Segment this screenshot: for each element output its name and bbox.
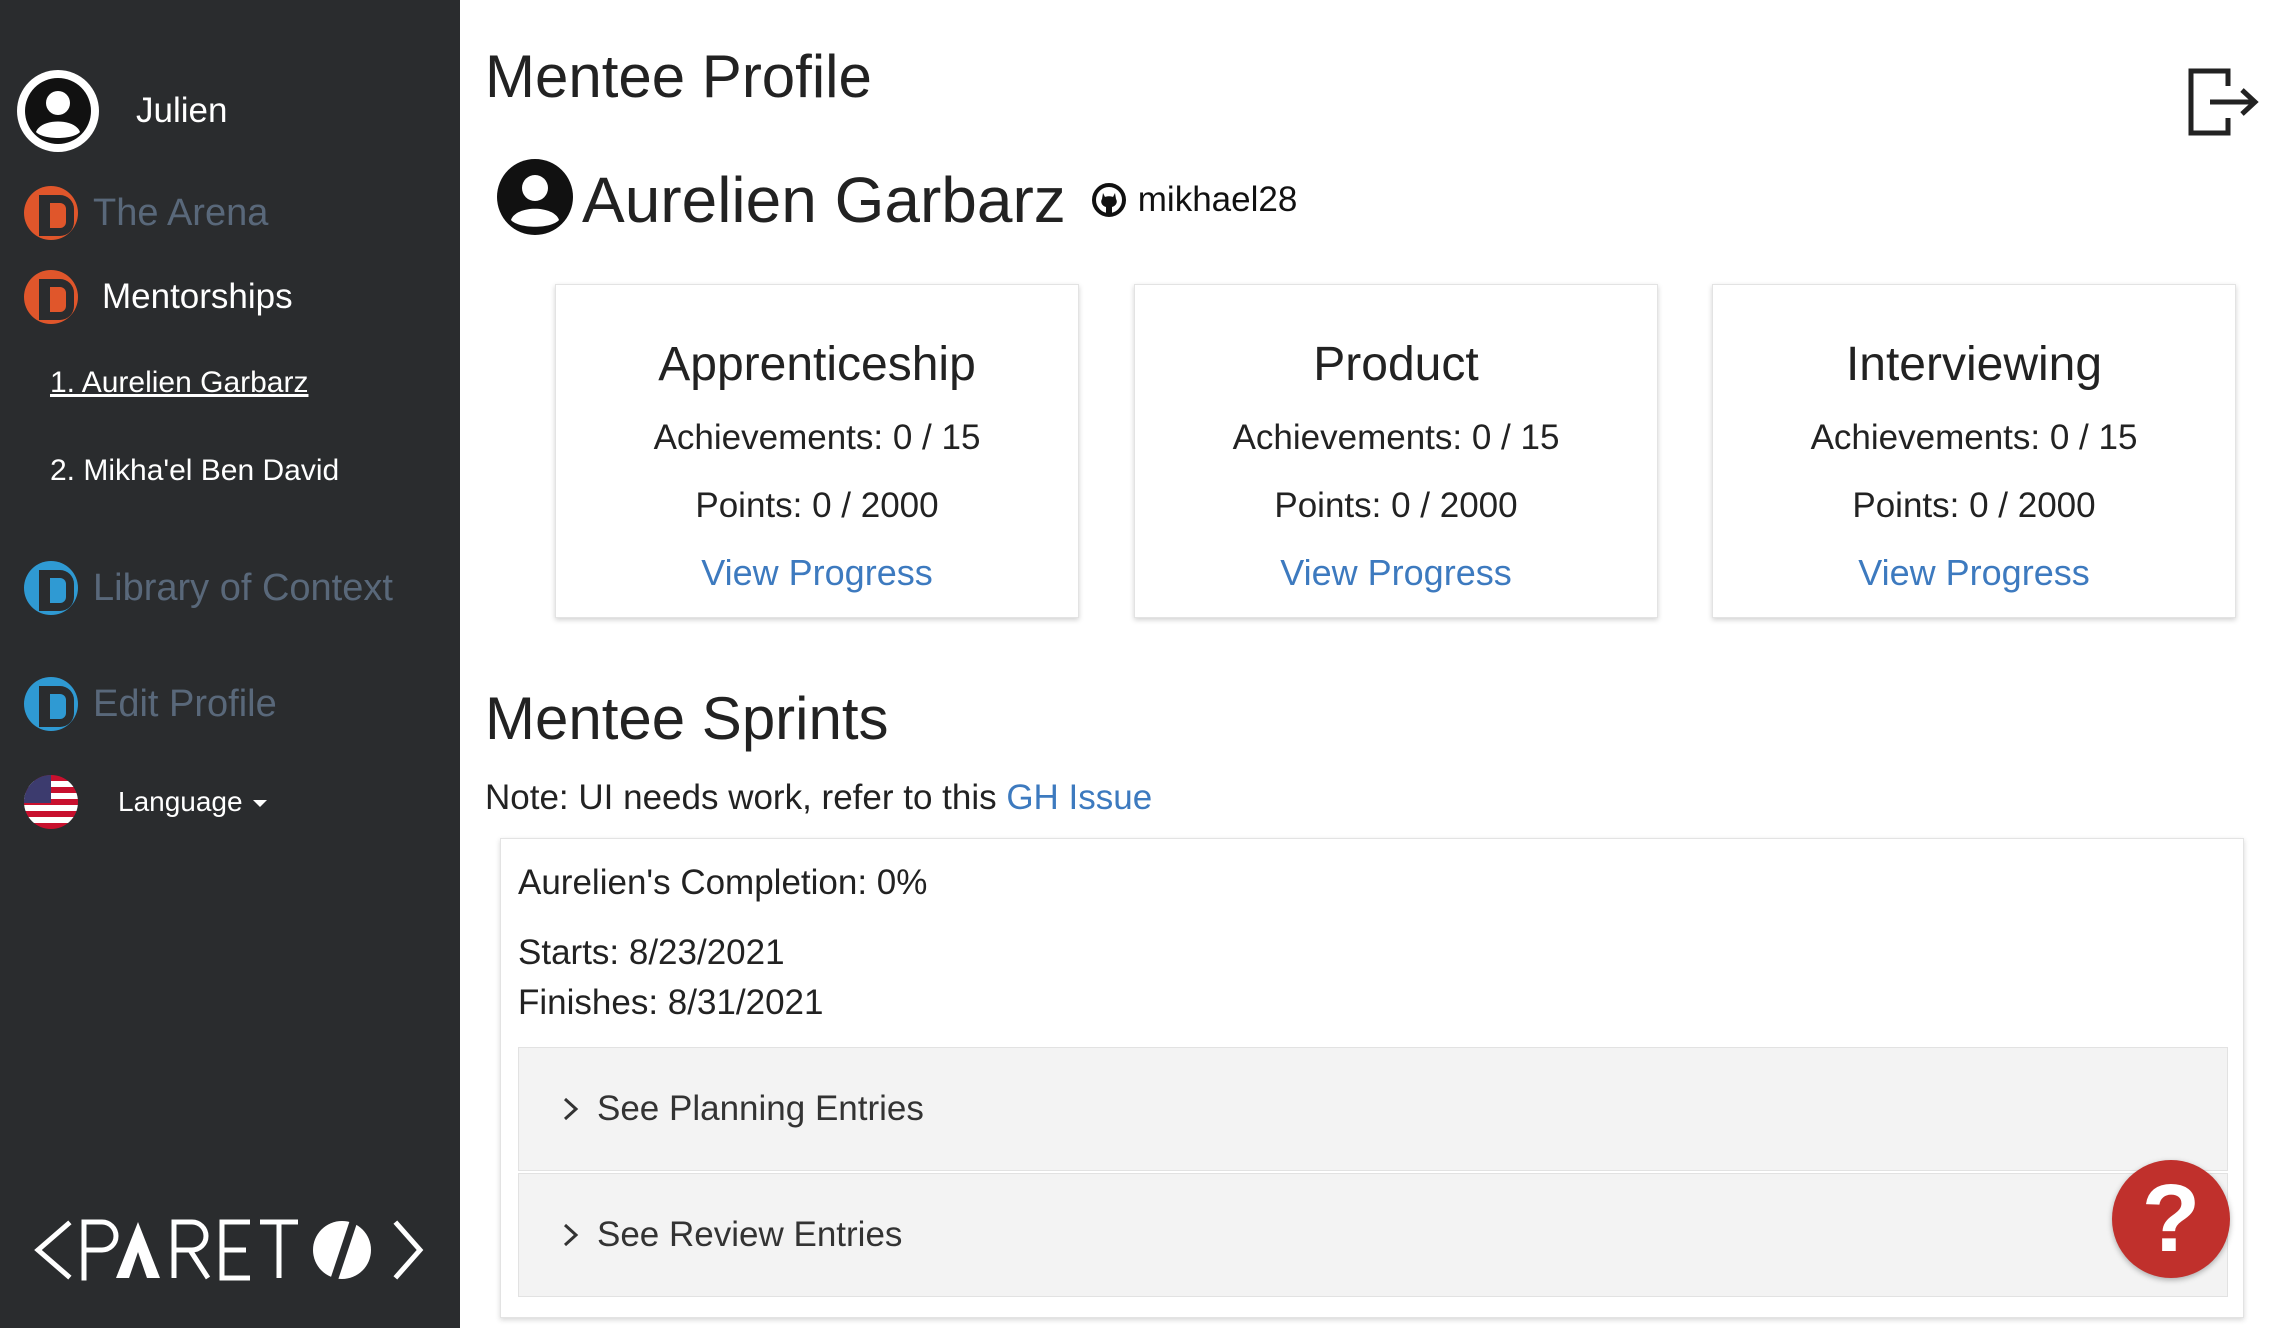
pareto-blue-icon	[24, 677, 78, 731]
note: Note: UI needs work, refer to this GH Is…	[485, 778, 1152, 818]
card-achievements: Achievements: 0 / 15	[653, 418, 981, 457]
gh-issue-link[interactable]: GH Issue	[1006, 778, 1152, 817]
user-avatar-icon	[17, 70, 99, 152]
card-title: Interviewing	[1845, 338, 2103, 391]
github-icon[interactable]	[1091, 182, 1126, 217]
card-points: Points: 0 / 2000	[1852, 486, 2096, 525]
track-card-product: Product Achievements: 0 / 15 Points: 0 /…	[1134, 284, 1658, 618]
help-button[interactable]: ?	[2112, 1160, 2230, 1278]
sidebar-mentee-link-2[interactable]: 2. Mikha'el Ben David	[50, 454, 339, 488]
chevron-right-icon	[563, 1097, 579, 1121]
sprints-title: Mentee Sprints	[485, 685, 889, 752]
profile-header: Aurelien Garbarz mikhael28	[496, 158, 1297, 241]
user-avatar-icon	[496, 158, 574, 241]
note-text: Note: UI needs work, refer to this	[485, 778, 1007, 817]
view-progress-link[interactable]: View Progress	[1858, 552, 2089, 594]
sprint-starts: Starts: 8/23/2021	[518, 933, 785, 972]
card-achievements: Achievements: 0 / 15	[1810, 418, 2138, 457]
sidebar-user-name: Julien	[136, 91, 228, 130]
sidebar-item-label: Edit Profile	[93, 682, 277, 725]
sprint-card: Aurelien's Completion: 0% Starts: 8/23/2…	[500, 838, 2244, 1318]
sidebar-item-the-arena[interactable]: The Arena	[24, 186, 268, 240]
question-icon: ?	[2141, 1165, 2201, 1272]
sidebar-item-label: Mentorships	[102, 277, 293, 316]
sidebar-item-mentorships[interactable]: Mentorships	[24, 270, 293, 324]
card-points: Points: 0 / 2000	[1274, 486, 1518, 525]
sidebar: Julien The Arena Mentorships 1. Aurelien…	[0, 0, 460, 1328]
sprint-finishes: Finishes: 8/31/2021	[518, 983, 824, 1022]
pareto-logo	[34, 1219, 424, 1281]
pareto-orange-icon	[24, 186, 78, 240]
sidebar-item-label: Library of Context	[93, 566, 393, 609]
caret-down-icon	[252, 800, 267, 807]
page-title: Mentee Profile	[485, 43, 872, 110]
card-title: Apprenticeship	[658, 338, 976, 391]
profile-name: Aurelien Garbarz	[582, 163, 1066, 236]
pareto-blue-icon	[24, 561, 78, 615]
track-card-interviewing: Interviewing Achievements: 0 / 15 Points…	[1712, 284, 2236, 618]
pareto-orange-icon	[24, 270, 78, 324]
chevron-right-icon	[563, 1223, 579, 1247]
view-progress-link[interactable]: View Progress	[1280, 552, 1511, 594]
logout-icon[interactable]	[2188, 68, 2260, 136]
language-dropdown[interactable]: Language	[24, 775, 267, 829]
sidebar-user[interactable]: Julien	[17, 70, 227, 152]
track-card-apprenticeship: Apprenticeship Achievements: 0 / 15 Poin…	[555, 284, 1079, 618]
sidebar-mentee-link-1[interactable]: 1. Aurelien Garbarz	[50, 366, 308, 400]
review-entries-accordion[interactable]: See Review Entries	[518, 1173, 2228, 1297]
sidebar-item-library-of-context[interactable]: Library of Context	[24, 561, 393, 615]
view-progress-link[interactable]: View Progress	[701, 552, 932, 594]
sidebar-item-edit-profile[interactable]: Edit Profile	[24, 677, 277, 731]
accordion-label: See Planning Entries	[597, 1089, 924, 1128]
accordion-label: See Review Entries	[597, 1215, 903, 1254]
us-flag-icon	[24, 775, 78, 829]
sidebar-item-label: The Arena	[93, 191, 269, 234]
github-username[interactable]: mikhael28	[1138, 180, 1298, 220]
card-title: Product	[1313, 338, 1479, 391]
card-achievements: Achievements: 0 / 15	[1232, 418, 1560, 457]
planning-entries-accordion[interactable]: See Planning Entries	[518, 1047, 2228, 1171]
card-points: Points: 0 / 2000	[695, 486, 939, 525]
language-label: Language	[118, 786, 243, 817]
sprint-completion: Aurelien's Completion: 0%	[518, 863, 928, 902]
